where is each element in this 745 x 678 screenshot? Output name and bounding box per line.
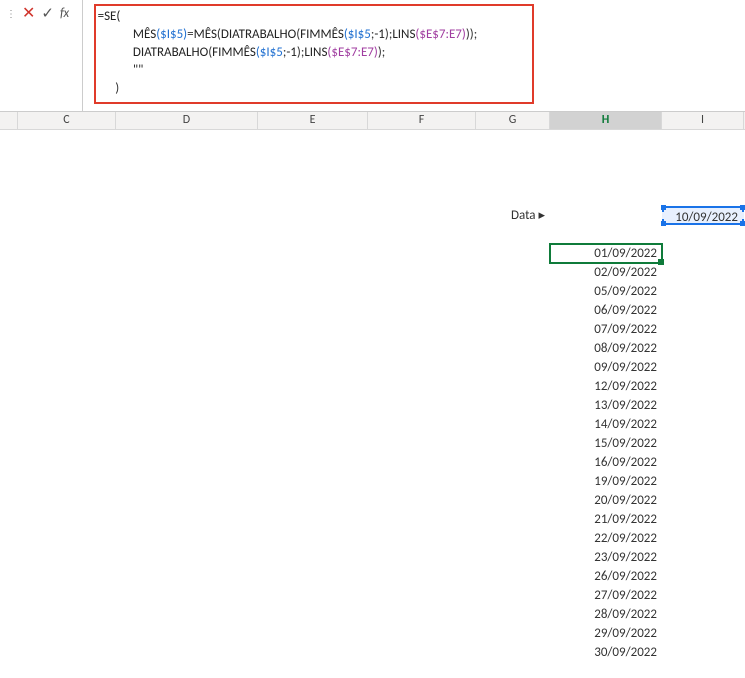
- formula-token: LINS: [304, 45, 327, 60]
- col-header-C[interactable]: C: [18, 112, 116, 129]
- date-cell[interactable]: 30/09/2022: [550, 643, 662, 662]
- date-cell[interactable]: 27/09/2022: [550, 586, 662, 605]
- formula-token: DIATRABALHO: [133, 45, 208, 60]
- formula-token: MÊS: [133, 27, 156, 42]
- data-label: Data ▸: [476, 206, 550, 225]
- date-cell[interactable]: 21/09/2022: [550, 510, 662, 529]
- date-cell[interactable]: 20/09/2022: [550, 491, 662, 510]
- formula-text[interactable]: =SE( MÊS($I$5)=MÊS(DIATRABALHO(FIMMÊS($I…: [94, 4, 534, 104]
- col-header-E[interactable]: E: [258, 112, 368, 129]
- date-cell[interactable]: 23/09/2022: [550, 548, 662, 567]
- table-row: 05/09/2022: [0, 282, 745, 301]
- formula-token: =SE(: [98, 9, 121, 24]
- formula-token: DIATRABALHO: [221, 27, 296, 42]
- table-row: 08/09/2022: [0, 339, 745, 358]
- formula-token: FIMMÊS: [212, 45, 256, 60]
- date-cell[interactable]: 07/09/2022: [550, 320, 662, 339]
- date-cell[interactable]: 15/09/2022: [550, 434, 662, 453]
- cancel-icon[interactable]: ✕: [22, 3, 35, 23]
- table-row: 29/09/2022: [0, 624, 745, 643]
- formula-bar-divider: [82, 0, 83, 111]
- table-row: 12/09/2022: [0, 377, 745, 396]
- formula-ref: ($I$5: [256, 45, 283, 60]
- table-row: 19/09/2022: [0, 472, 745, 491]
- table-row: 20/09/2022: [0, 491, 745, 510]
- formula-bar-content[interactable]: =SE( MÊS($I$5)=MÊS(DIATRABALHO(FIMMÊS($I…: [88, 0, 745, 111]
- table-row: 28/09/2022: [0, 605, 745, 624]
- drag-handle-icon[interactable]: ⋮: [6, 7, 14, 20]
- table-row: 06/09/2022: [0, 301, 745, 320]
- col-header-D[interactable]: D: [116, 112, 258, 129]
- formula-ref: ($E$7:E7): [327, 45, 377, 60]
- fx-icon[interactable]: fx: [60, 6, 69, 21]
- col-header-H[interactable]: H: [550, 112, 662, 129]
- formula-bar: ⋮ ✕ ✓ fx =SE( MÊS($I$5)=MÊS(DIATRABALHO(…: [0, 0, 745, 112]
- formula-token: );: [378, 45, 385, 60]
- formula-num: -1: [286, 45, 297, 60]
- table-row: 07/09/2022: [0, 320, 745, 339]
- formula-ref: ($I$5): [156, 27, 187, 42]
- date-cell[interactable]: 01/09/2022: [550, 244, 662, 263]
- table-row: 02/09/2022: [0, 263, 745, 282]
- date-cell[interactable]: 14/09/2022: [550, 415, 662, 434]
- date-input-cell[interactable]: 10/09/2022: [662, 206, 744, 225]
- table-row: 13/09/2022: [0, 396, 745, 415]
- select-all-corner[interactable]: [0, 112, 18, 129]
- table-row: 26/09/2022: [0, 567, 745, 586]
- table-row: 01/09/2022: [0, 244, 745, 263]
- date-cell[interactable]: 28/09/2022: [550, 605, 662, 624]
- formula-token: FIMMÊS: [300, 27, 344, 42]
- date-cell[interactable]: 02/09/2022: [550, 263, 662, 282]
- col-header-I[interactable]: I: [662, 112, 744, 129]
- table-row: 16/09/2022: [0, 453, 745, 472]
- date-cell[interactable]: 29/09/2022: [550, 624, 662, 643]
- table-row: 15/09/2022: [0, 434, 745, 453]
- table-row: 22/09/2022: [0, 529, 745, 548]
- date-cell[interactable]: 12/09/2022: [550, 377, 662, 396]
- formula-token: "": [133, 63, 143, 78]
- table-row: 14/09/2022: [0, 415, 745, 434]
- date-cell[interactable]: 13/09/2022: [550, 396, 662, 415]
- col-header-G[interactable]: G: [476, 112, 550, 129]
- table-row: 30/09/2022: [0, 643, 745, 662]
- date-cell[interactable]: 19/09/2022: [550, 472, 662, 491]
- date-input-value: 10/09/2022: [675, 210, 738, 225]
- date-cell[interactable]: 09/09/2022: [550, 358, 662, 377]
- formula-ref: ($I$5: [344, 27, 371, 42]
- date-cell[interactable]: 26/09/2022: [550, 567, 662, 586]
- date-cell[interactable]: 22/09/2022: [550, 529, 662, 548]
- formula-token: MÊS: [194, 27, 217, 42]
- data-input-row: Data ▸ 10/09/2022: [0, 206, 745, 225]
- formula-token: );: [470, 27, 477, 42]
- formula-token: LINS: [392, 27, 415, 42]
- worksheet-grid[interactable]: Data ▸ 10/09/2022 01/09/202202/09/202205…: [0, 130, 745, 662]
- date-cell[interactable]: 06/09/2022: [550, 301, 662, 320]
- col-header-F[interactable]: F: [368, 112, 476, 129]
- formula-ref: ($E$7:E7): [415, 27, 465, 42]
- column-headers: C D E F G H I: [0, 112, 745, 130]
- formula-bar-controls: ⋮ ✕ ✓ fx: [0, 0, 77, 22]
- date-cell[interactable]: 16/09/2022: [550, 453, 662, 472]
- table-row: 09/09/2022: [0, 358, 745, 377]
- table-row: 27/09/2022: [0, 586, 745, 605]
- date-cell[interactable]: 08/09/2022: [550, 339, 662, 358]
- enter-icon[interactable]: ✓: [41, 4, 54, 23]
- formula-token: ): [115, 81, 119, 96]
- table-row: 23/09/2022: [0, 548, 745, 567]
- date-cell[interactable]: 05/09/2022: [550, 282, 662, 301]
- formula-num: -1: [374, 27, 385, 42]
- table-row: 21/09/2022: [0, 510, 745, 529]
